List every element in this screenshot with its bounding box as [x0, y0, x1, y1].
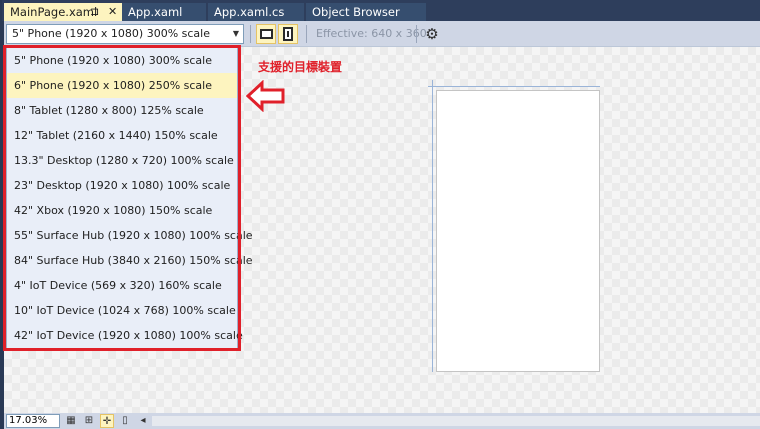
portrait-button[interactable] — [278, 24, 298, 44]
ruler-guide-horizontal — [428, 86, 600, 87]
tab-app-xaml-cs[interactable]: App.xaml.cs — [208, 3, 304, 21]
toolbar-separator — [306, 25, 307, 43]
tab-mainpage-xaml[interactable]: MainPage.xaml ⊐ ✕ — [4, 3, 122, 21]
scroll-left-icon[interactable]: ◂ — [136, 414, 150, 428]
tab-app-xaml[interactable]: App.xaml — [122, 3, 206, 21]
tab-label: MainPage.xaml — [10, 5, 98, 19]
device-select-value: 5" Phone (1920 x 1080) 300% scale — [12, 27, 210, 40]
toolbar-separator — [250, 25, 251, 43]
annotation-arrow-icon — [246, 80, 285, 112]
toolbar-separator — [416, 25, 417, 43]
close-icon[interactable]: ✕ — [108, 3, 117, 21]
landscape-button[interactable] — [256, 24, 276, 44]
tab-label: App.xaml.cs — [214, 5, 285, 19]
annotation-highlight-box — [3, 45, 241, 351]
grid-icon[interactable]: ▦ — [64, 414, 78, 428]
chevron-down-icon[interactable]: ▼ — [233, 25, 239, 43]
designer-window: MainPage.xaml ⊐ ✕ App.xaml App.xaml.cs O… — [0, 0, 760, 429]
tab-label: App.xaml — [128, 5, 183, 19]
landscape-icon — [259, 29, 273, 39]
tab-object-browser[interactable]: Object Browser — [306, 3, 426, 21]
status-bar: 17.03% ▦ ⊞ ✛ ▯ ◂ — [4, 413, 760, 429]
device-frame-icon[interactable]: ▯ — [118, 414, 132, 428]
tab-label: Object Browser — [312, 5, 400, 19]
horizontal-scrollbar[interactable] — [152, 416, 760, 426]
ruler-guide-vertical — [432, 80, 433, 372]
annotation-text: 支援的目標裝置 — [258, 60, 343, 74]
gear-icon[interactable]: ⚙ — [422, 24, 442, 44]
device-select[interactable]: 5" Phone (1920 x 1080) 300% scale ▼ — [6, 24, 244, 44]
document-tab-strip: MainPage.xaml ⊐ ✕ App.xaml App.xaml.cs O… — [2, 0, 760, 21]
portrait-icon — [283, 27, 293, 41]
designer-toolbar: 5" Phone (1920 x 1080) 300% scale ▼ Effe… — [4, 21, 760, 47]
pin-icon[interactable]: ⊐ — [90, 3, 99, 21]
page-preview[interactable] — [436, 90, 600, 372]
zoom-select[interactable]: 17.03% — [6, 414, 60, 428]
snap-grid-icon[interactable]: ⊞ — [82, 414, 96, 428]
snap-lines-icon[interactable]: ✛ — [100, 414, 114, 428]
effective-resolution-label: Effective: 640 x 360 — [316, 27, 427, 40]
